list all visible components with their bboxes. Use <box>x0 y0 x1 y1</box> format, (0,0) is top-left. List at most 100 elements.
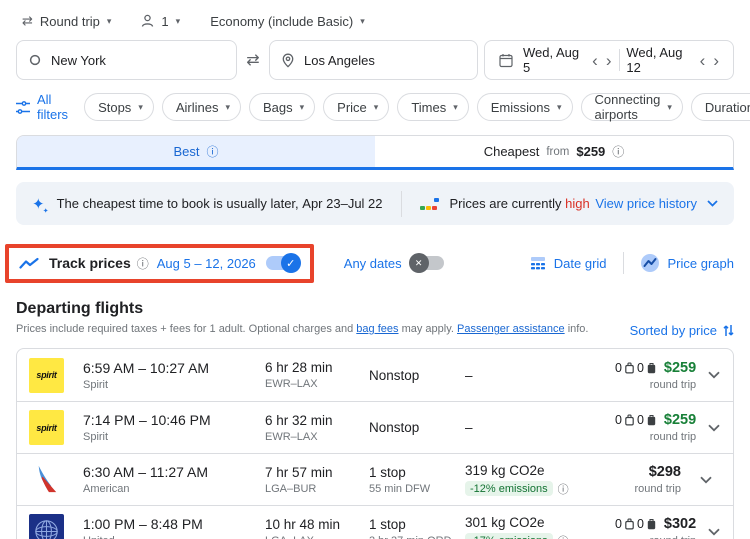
sort-icon <box>723 325 734 336</box>
chevron-down-icon: ▾ <box>667 101 672 112</box>
flight-price: $298 <box>648 464 681 480</box>
flight-results-list: spirit 6:59 AM – 10:27 AM Spirit 6 hr 28 … <box>16 348 734 539</box>
checked-bag-count: 0 <box>636 360 644 375</box>
flight-times: 6:59 AM – 10:27 AM <box>83 359 210 376</box>
swap-airports-icon[interactable]: ⇄ <box>246 50 259 70</box>
chip-label: Times <box>411 99 447 115</box>
flight-stops: 1 stop <box>369 464 406 480</box>
expand-chevron-icon[interactable] <box>706 424 721 432</box>
airline-name: United <box>83 535 265 539</box>
info-icon[interactable]: ⓘ <box>558 481 569 497</box>
chevron-down-icon: ▾ <box>138 101 143 112</box>
emissions-badge: -17% emissions <box>465 533 553 539</box>
passenger-count: 1 <box>161 13 169 29</box>
cabin-class-dropdown[interactable]: Economy (include Basic) ▾ <box>210 14 365 29</box>
divider <box>622 252 624 274</box>
info-icon[interactable]: ⓘ <box>207 143 219 160</box>
filter-chip-connecting-airports[interactable]: Connecting airports ▾ <box>580 92 683 122</box>
any-dates-toggle[interactable]: ✕ <box>408 253 444 273</box>
trip-options-bar: ⇄ Round trip ▾ 1 ▾ Economy (include Basi… <box>0 0 750 33</box>
stop-detail: 55 min DFW <box>369 482 431 495</box>
date-grid-button[interactable]: Date grid <box>530 256 607 271</box>
filter-chip-emissions[interactable]: Emissions ▾ <box>476 93 573 121</box>
filter-chip-price[interactable]: Price ▾ <box>323 93 390 121</box>
dates-input[interactable]: Wed, Aug 5 ‹ › Wed, Aug 12 ‹ › <box>484 40 734 80</box>
sorted-by-price-button[interactable]: Sorted by price <box>630 323 734 338</box>
return-prev-day-button[interactable]: ‹ <box>696 52 710 69</box>
airline-name: Spirit <box>83 431 109 443</box>
flight-duration: 6 hr 32 min <box>265 412 333 428</box>
origin-circle-icon <box>29 54 41 66</box>
divider <box>619 49 621 71</box>
chip-label: Duration <box>704 99 750 115</box>
tab-best[interactable]: Best ⓘ <box>17 136 375 167</box>
chevron-down-icon: ▾ <box>299 101 305 112</box>
expand-chevron-icon[interactable] <box>691 476 721 484</box>
depart-prev-day-button[interactable]: ‹ <box>588 52 602 69</box>
passengers-dropdown[interactable]: 1 ▾ <box>141 14 180 29</box>
track-prices-label: Track prices <box>49 255 131 271</box>
flight-route: EWR–LAX <box>265 430 318 443</box>
flight-duration: 10 hr 48 min <box>265 516 341 532</box>
spirit-logo: spirit <box>29 357 64 393</box>
checked-bag-count: 0 <box>636 517 644 531</box>
origin-input[interactable]: New York <box>16 40 237 80</box>
flight-route: EWR–LAX <box>265 378 318 390</box>
expand-chevron-icon[interactable] <box>706 528 721 536</box>
track-prices-toggle[interactable]: ✓ <box>265 253 301 273</box>
any-dates-control: Any dates ✕ <box>344 253 444 273</box>
depart-next-day-button[interactable]: › <box>602 52 616 69</box>
united-logo <box>29 514 64 539</box>
expand-chevron-icon[interactable] <box>706 371 721 379</box>
flight-times: 1:00 PM – 8:48 PM <box>83 516 203 532</box>
flight-price: $259 <box>663 412 697 428</box>
filter-chip-airlines[interactable]: Airlines ▾ <box>161 93 241 121</box>
flight-route: LGA–BUR <box>265 482 317 495</box>
filter-chip-duration[interactable]: Duration▾ <box>690 93 750 121</box>
filter-chip-stops[interactable]: Stops ▾ <box>84 93 154 121</box>
checked-bag-icon <box>647 414 656 426</box>
tab-cheapest-from: from <box>546 145 570 158</box>
chip-label: Connecting airports <box>594 92 661 122</box>
checked-bag-icon <box>647 362 656 373</box>
search-row: New York ⇄ Los Angeles Wed, Aug 5 ‹ › We… <box>0 33 750 80</box>
tab-cheapest[interactable]: Cheapest from $259 ⓘ <box>375 136 733 167</box>
carry-on-bag-icon <box>625 518 634 530</box>
flight-row[interactable]: spirit 6:59 AM – 10:27 AM Spirit 6 hr 28 … <box>17 349 733 401</box>
track-line-chart-icon <box>19 257 39 270</box>
info-icon[interactable]: ⓘ <box>558 533 569 539</box>
tab-cheapest-price: $259 <box>576 144 606 159</box>
depart-date-value: Wed, Aug 5 <box>523 45 580 75</box>
flight-co2: 301 kg CO2e <box>465 514 545 530</box>
tune-icon <box>16 100 30 114</box>
origin-value: New York <box>51 52 106 68</box>
chevron-down-icon: ▾ <box>453 101 458 112</box>
filter-chip-times[interactable]: Times ▾ <box>397 93 469 121</box>
view-price-history-button[interactable]: View price history <box>595 196 718 211</box>
return-next-day-button[interactable]: › <box>709 52 723 69</box>
info-icon[interactable]: ⓘ <box>137 255 149 272</box>
filter-chip-bags[interactable]: Bags ▾ <box>249 93 316 121</box>
flight-row[interactable]: 6:30 AM – 11:27 AM American 7 hr 57 min LG… <box>17 453 733 505</box>
passenger-assistance-link[interactable]: Passenger assistance <box>457 323 565 335</box>
baggage-allowance: 0 0 <box>615 361 656 375</box>
chevron-down-icon: ▾ <box>373 101 379 112</box>
flight-row[interactable]: 1:00 PM – 8:48 PM United 10 hr 48 min LGA–… <box>17 505 733 539</box>
flight-price: $302 <box>663 516 697 532</box>
all-filters-button[interactable]: All filters <box>16 92 68 122</box>
price-graph-button[interactable]: Price graph <box>640 253 734 273</box>
price-level-text: Prices are currently <box>449 196 562 211</box>
sorted-by-label: Sorted by price <box>629 323 717 338</box>
chevron-down-icon: ▾ <box>175 15 181 26</box>
flight-co2: – <box>465 420 473 435</box>
flight-price: $259 <box>663 359 697 376</box>
trip-type-dropdown[interactable]: ⇄ Round trip ▾ <box>22 13 111 29</box>
info-icon[interactable]: ⓘ <box>612 143 624 160</box>
chevron-down-icon <box>707 200 718 207</box>
flight-row[interactable]: spirit 7:14 PM – 10:46 PM Spirit 6 hr 32 … <box>17 401 733 453</box>
bag-fees-link[interactable]: bag fees <box>356 323 398 335</box>
american-airlines-logo <box>29 462 64 497</box>
carry-on-count: 0 <box>615 517 622 531</box>
destination-input[interactable]: Los Angeles <box>269 40 478 80</box>
baggage-allowance: 0 0 <box>615 413 656 427</box>
